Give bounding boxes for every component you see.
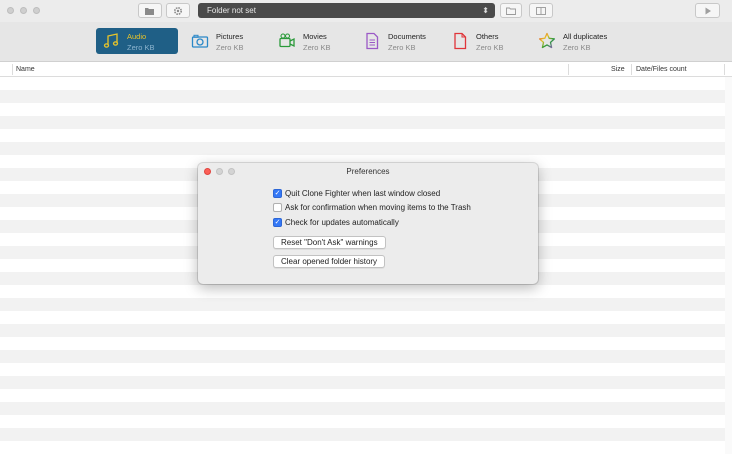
dialog-titlebar[interactable]: Preferences <box>198 163 538 181</box>
table-row <box>0 116 725 129</box>
category-movies[interactable]: Movies Zero KB <box>272 28 352 54</box>
category-size: Zero KB <box>476 43 504 52</box>
toolbar: Folder not set ⬍ <box>0 0 732 22</box>
column-separator <box>568 64 569 75</box>
category-name: Others <box>476 32 499 41</box>
category-size: Zero KB <box>127 43 155 52</box>
auto-update-checkbox[interactable]: ✓ <box>273 218 282 227</box>
preferences-dialog: Preferences ✓ Quit Clone Fighter when la… <box>198 163 538 284</box>
open-folder-button[interactable] <box>500 3 522 18</box>
category-size: Zero KB <box>563 43 591 52</box>
blank-file-icon <box>454 32 467 50</box>
music-note-icon <box>103 33 119 48</box>
category-size: Zero KB <box>388 43 416 52</box>
folder-path-text: Folder not set <box>207 6 256 15</box>
star-icon <box>538 32 556 49</box>
table-row <box>0 376 725 389</box>
category-name: Pictures <box>216 32 244 41</box>
category-audio[interactable]: Audio Zero KB <box>96 28 178 54</box>
category-name: Documents <box>388 32 426 41</box>
chevron-updown-icon: ⬍ <box>482 6 489 15</box>
category-size: Zero KB <box>303 43 331 52</box>
category-others[interactable]: Others Zero KB <box>445 28 525 54</box>
category-pictures[interactable]: Pictures Zero KB <box>185 28 265 54</box>
table-row <box>0 428 725 441</box>
column-header-size[interactable]: Size <box>611 62 625 77</box>
quit-on-close-checkbox[interactable]: ✓ <box>273 189 282 198</box>
column-header-date[interactable]: Date/Files count <box>636 62 687 77</box>
folder-add-icon <box>145 8 154 15</box>
table-row <box>0 350 725 363</box>
option-label: Ask for confirmation when moving items t… <box>285 203 471 212</box>
category-name: Movies <box>303 32 327 41</box>
column-separator <box>12 64 13 75</box>
clear-folder-history-button[interactable]: Clear opened folder history <box>273 255 386 268</box>
column-separator <box>631 64 632 75</box>
column-separator <box>724 64 725 75</box>
category-name: All duplicates <box>563 32 608 41</box>
add-folder-button[interactable] <box>138 3 162 18</box>
option-label: Check for updates automatically <box>285 218 399 227</box>
table-row <box>0 90 725 103</box>
close-window-button[interactable] <box>7 7 14 14</box>
category-documents[interactable]: Documents Zero KB <box>357 28 441 54</box>
category-all-duplicates[interactable]: All duplicates Zero KB <box>532 28 626 54</box>
column-header-name[interactable]: Name <box>16 62 35 77</box>
folder-icon <box>506 7 516 15</box>
table-row <box>0 298 725 311</box>
play-icon <box>705 7 711 15</box>
category-name: Audio <box>127 32 147 41</box>
option-label: Quit Clone Fighter when last window clos… <box>285 189 441 198</box>
table-row <box>0 324 725 337</box>
trash-confirmation-checkbox[interactable] <box>273 203 282 212</box>
reset-warnings-button[interactable]: Reset "Don't Ask" warnings <box>273 236 386 249</box>
minimize-window-button[interactable] <box>20 7 27 14</box>
camera-icon <box>191 34 209 48</box>
category-size: Zero KB <box>216 43 244 52</box>
results-table-header: Name Size Date/Files count <box>0 62 732 77</box>
table-row <box>0 142 725 155</box>
category-bar: Audio Zero KB Pictures Zero KB Movies Ze… <box>0 22 732 62</box>
video-camera-icon <box>279 33 295 48</box>
panel-icon <box>536 7 546 15</box>
folder-path-selector[interactable]: Folder not set ⬍ <box>198 3 495 18</box>
settings-button[interactable] <box>166 3 190 18</box>
table-scrollbar[interactable] <box>725 77 732 454</box>
table-row <box>0 402 725 415</box>
gear-icon <box>173 6 183 16</box>
toggle-panel-button[interactable] <box>529 3 553 18</box>
zoom-window-button[interactable] <box>33 7 40 14</box>
document-icon <box>366 32 379 50</box>
start-scan-button[interactable] <box>695 3 720 18</box>
dialog-title: Preferences <box>346 167 390 176</box>
